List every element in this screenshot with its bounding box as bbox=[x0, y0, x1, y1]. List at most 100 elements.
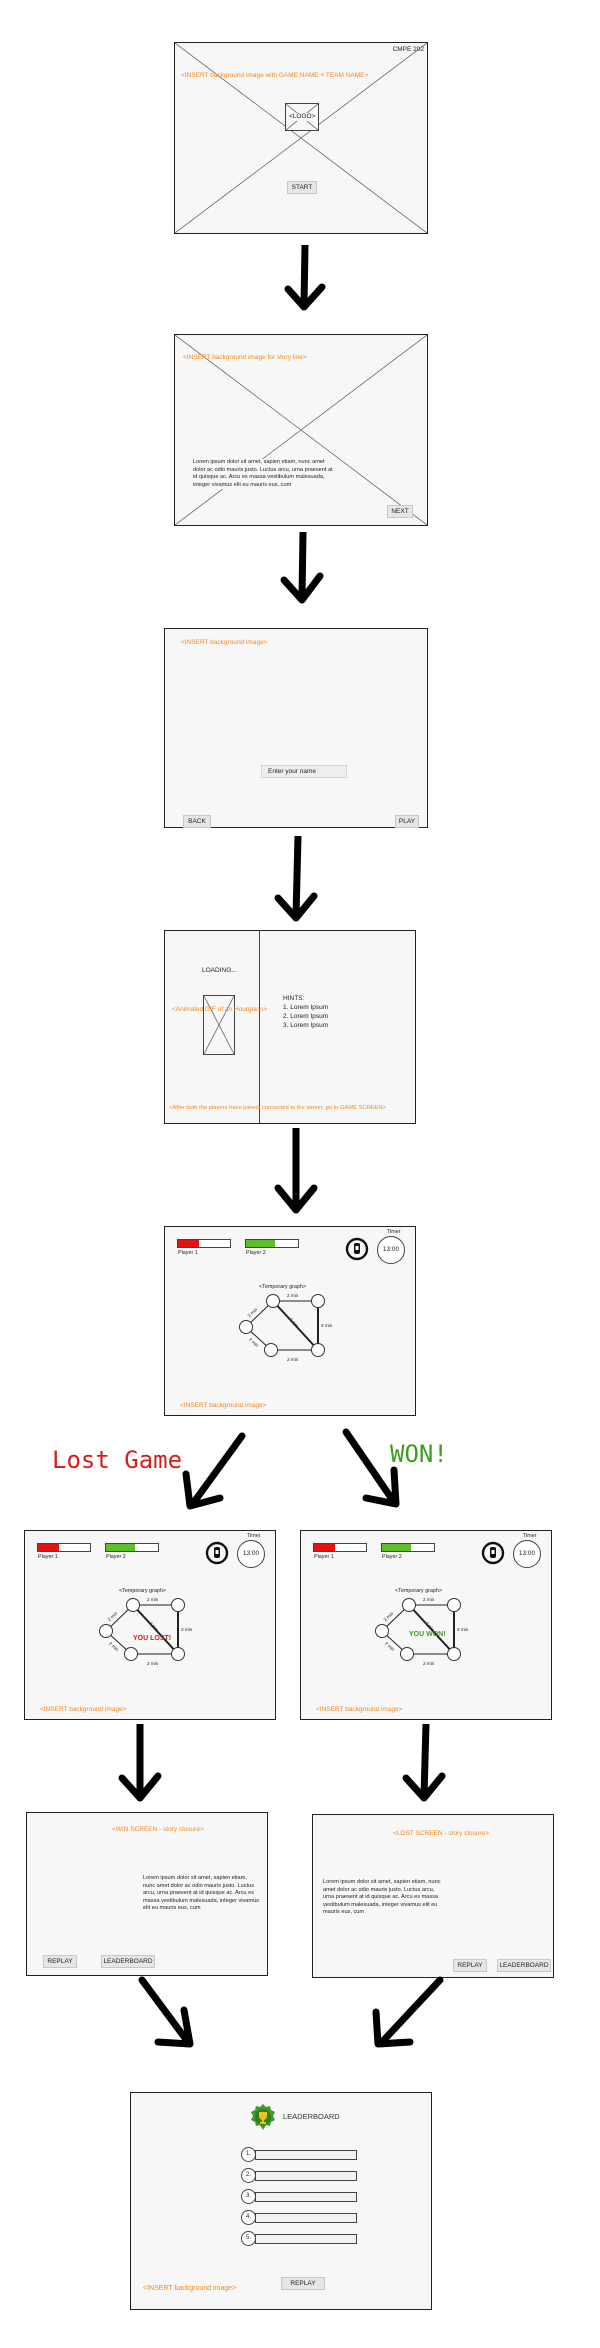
start-button[interactable]: START bbox=[287, 181, 317, 194]
rank-badge: 4. bbox=[241, 2210, 256, 2225]
hint-item: 1. Lorem Ipsum bbox=[283, 1004, 329, 1011]
timer-label: Timer bbox=[523, 1533, 537, 1539]
player2-health-bar bbox=[381, 1543, 435, 1552]
hint-item: 2. Lorem Ipsum bbox=[283, 1013, 329, 1020]
background-note: <INSERT background image> bbox=[316, 1706, 403, 1713]
leaderboard-button[interactable]: LEADERBOARD bbox=[101, 1955, 155, 1968]
rank-badge: 5. bbox=[241, 2231, 256, 2246]
background-note: <INSERT background image with GAME NAME … bbox=[181, 72, 369, 79]
you-lost-overlay: YOU LOST! bbox=[133, 1635, 172, 1642]
player2-label: Player 2 bbox=[106, 1554, 126, 1560]
edge-weight: 2 min bbox=[287, 1357, 299, 1362]
trophy-badge-icon bbox=[251, 2104, 275, 2130]
flow-arrow bbox=[274, 1128, 318, 1214]
back-button[interactable]: BACK bbox=[183, 815, 211, 828]
graph-node bbox=[447, 1647, 461, 1661]
hourglass-placeholder bbox=[203, 995, 235, 1055]
play-button[interactable]: PLAY bbox=[395, 815, 419, 828]
flow-arrow bbox=[182, 1432, 246, 1510]
hints-title: HINTS: bbox=[283, 995, 305, 1002]
graph-node bbox=[402, 1598, 416, 1612]
corner-label: CMPE 202 bbox=[392, 46, 424, 53]
timer-icon bbox=[481, 1541, 505, 1565]
player1-health-bar bbox=[37, 1543, 91, 1552]
rank-badge: 1. bbox=[241, 2147, 256, 2162]
graph-node bbox=[311, 1294, 325, 1308]
graph-node bbox=[447, 1598, 461, 1612]
story-text: Lorem ipsum dolor sit amet, sapien etiam… bbox=[193, 459, 338, 490]
player2-label: Player 2 bbox=[246, 1250, 266, 1256]
rank-entry bbox=[255, 2171, 357, 2181]
timer-icon bbox=[345, 1237, 369, 1261]
splash-screen: CMPE 202 <INSERT background image with G… bbox=[174, 42, 428, 234]
leaderboard-screen: LEADERBOARD 1. 2. 3. 4. 5. <INSERT backg… bbox=[130, 2092, 432, 2310]
player1-health-bar bbox=[313, 1543, 367, 1552]
next-button[interactable]: NEXT bbox=[387, 505, 413, 518]
player1-health-fill bbox=[178, 1240, 199, 1247]
player1-health-fill bbox=[314, 1544, 335, 1551]
flow-arrow bbox=[138, 1976, 194, 2048]
flow-arrow bbox=[274, 836, 318, 922]
screen-title: <LOST SCREEN - story closure> bbox=[393, 1830, 489, 1837]
graph-node bbox=[400, 1647, 414, 1661]
player2-health-fill bbox=[106, 1544, 135, 1551]
background-note: <INSERT background image> bbox=[143, 2285, 237, 2292]
graph-node bbox=[126, 1598, 140, 1612]
edge-weight: 3 min bbox=[181, 1627, 193, 1632]
logo-label: <LOGO> bbox=[289, 113, 316, 121]
graph-node bbox=[171, 1647, 185, 1661]
leaderboard-title: LEADERBOARD bbox=[283, 2112, 340, 2121]
replay-button[interactable]: REPLAY bbox=[453, 1959, 487, 1972]
graph-node bbox=[99, 1624, 113, 1638]
you-won-overlay: YOU WON! bbox=[409, 1631, 446, 1638]
edge-weight: 2 min bbox=[287, 1293, 299, 1298]
timer-label: Timer bbox=[387, 1229, 401, 1235]
rank-entry bbox=[255, 2150, 357, 2160]
background-note: <INSERT background image> bbox=[180, 1402, 267, 1409]
flow-arrow bbox=[118, 1724, 162, 1802]
edge-weight: 2 min bbox=[147, 1597, 159, 1602]
graph-node bbox=[266, 1294, 280, 1308]
player2-health-fill bbox=[382, 1544, 411, 1551]
rank-entry bbox=[255, 2234, 357, 2244]
screen-title: <WIN SCREEN - story closure> bbox=[112, 1826, 204, 1833]
graph-node bbox=[375, 1624, 389, 1638]
timer-display: 13:00 bbox=[237, 1540, 265, 1568]
replay-button[interactable]: REPLAY bbox=[43, 1955, 77, 1968]
leaderboard-button[interactable]: LEADERBOARD bbox=[497, 1959, 551, 1972]
game-screen: Player 1 Player 2 Timer 13:00 <Temporary… bbox=[164, 1226, 416, 1416]
loading-label: LOADING... bbox=[202, 967, 237, 974]
replay-button[interactable]: REPLAY bbox=[281, 2277, 325, 2290]
name-input[interactable]: Enter your name bbox=[261, 765, 347, 778]
rank-entry bbox=[255, 2213, 357, 2223]
graph-node bbox=[311, 1343, 325, 1357]
flow-arrow bbox=[342, 1428, 400, 1508]
logo-placeholder: <LOGO> bbox=[285, 103, 319, 131]
flow-arrow bbox=[280, 532, 324, 604]
rank-entry bbox=[255, 2192, 357, 2202]
rank-badge: 3. bbox=[241, 2189, 256, 2204]
graph-node bbox=[124, 1647, 138, 1661]
player1-label: Player 1 bbox=[314, 1554, 334, 1560]
flow-arrow bbox=[284, 245, 326, 311]
player1-label: Player 1 bbox=[178, 1250, 198, 1256]
player1-label: Player 1 bbox=[38, 1554, 58, 1560]
bottom-note: <After both the players have joined/ con… bbox=[169, 1105, 387, 1111]
graph-node bbox=[171, 1598, 185, 1612]
edge-weight: 2 min bbox=[423, 1597, 435, 1602]
story-screen: <INSERT background image for story line>… bbox=[174, 334, 428, 526]
story-text: Lorem ipsum dolor sit amet, sapien etiam… bbox=[143, 1875, 259, 1912]
flow-arrow bbox=[402, 1724, 446, 1802]
graph-node bbox=[239, 1320, 253, 1334]
graph-node bbox=[264, 1343, 278, 1357]
lost-game-screen: Player 1 Player 2 Timer 13:00 <Temporary… bbox=[24, 1530, 276, 1720]
timer-display: 13:00 bbox=[513, 1540, 541, 1568]
edge-weight: 2 min bbox=[423, 1661, 435, 1666]
player2-label: Player 2 bbox=[382, 1554, 402, 1560]
background-note: <INSERT background image for story line> bbox=[183, 354, 307, 361]
flow-arrow bbox=[372, 1976, 444, 2048]
edge-weight: 3 min bbox=[457, 1627, 469, 1632]
won-game-screen: Player 1 Player 2 Timer 13:00 <Temporary… bbox=[300, 1530, 552, 1720]
rank-badge: 2. bbox=[241, 2168, 256, 2183]
player2-health-bar bbox=[105, 1543, 159, 1552]
